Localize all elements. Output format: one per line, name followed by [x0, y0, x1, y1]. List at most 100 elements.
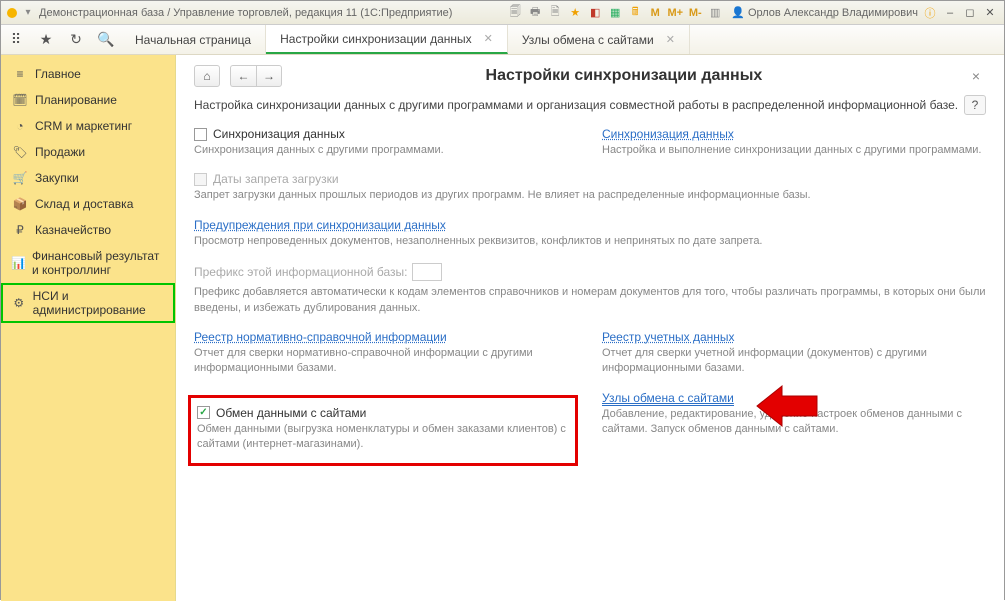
main-content: ⌂ ← → Настройки синхронизации данных × Н… — [176, 55, 1004, 601]
help-button[interactable]: ? — [964, 95, 986, 115]
page-close-button[interactable]: × — [966, 66, 986, 86]
registry-nsi-link[interactable]: Реестр нормативно-справочной информации — [194, 330, 447, 344]
topnav: ⠿ ★ ↻ 🔍 Начальная страница Настройки син… — [1, 25, 1004, 55]
favorite-icon[interactable]: ★ — [31, 25, 61, 54]
tag-icon: 🏷 — [11, 145, 29, 159]
tab-close-icon[interactable]: ✕ — [484, 32, 493, 45]
titlebar-right: 🗐 🖶 🗎 ★ ◧ ▦ 🖩 M M+ M- ▥ 👤 Орлов Александ… — [507, 5, 998, 21]
sidebar-item-crm[interactable]: ◔ CRM и маркетинг — [1, 113, 175, 139]
section-dates: Даты запрета загрузки Запрет загрузки да… — [194, 172, 986, 203]
dates-desc: Запрет загрузки данных прошлых периодов … — [194, 188, 986, 203]
info-icon[interactable]: ⓘ — [922, 5, 938, 21]
warnings-desc: Просмотр непроведенных документов, незап… — [194, 234, 986, 249]
app-dot-icon — [7, 8, 17, 18]
ruble-icon: ₽ — [11, 223, 29, 237]
sidebar-item-treasury[interactable]: ₽ Казначейство — [1, 217, 175, 243]
prefix-input[interactable] — [412, 263, 442, 281]
window-titlebar: ▾ Демонстрационная база / Управление тор… — [1, 1, 1004, 25]
dates-checkbox-row: Даты запрета загрузки — [194, 172, 986, 186]
toolbar-icon-1[interactable]: 🗐 — [507, 5, 523, 21]
pie-icon: ◔ — [11, 119, 29, 133]
annotation-arrow-icon — [752, 381, 822, 431]
toolbar-icon-6[interactable]: ▦ — [607, 5, 623, 21]
sync-link[interactable]: Синхронизация данных — [602, 127, 734, 141]
sync-checkbox-row[interactable]: Синхронизация данных — [194, 127, 578, 141]
toolbar-icon-2[interactable]: 🖶 — [527, 5, 543, 21]
calculator-icon[interactable]: 🖩 — [627, 5, 643, 21]
m-minus-button[interactable]: M- — [687, 5, 703, 21]
section-warnings: Предупреждения при синхронизации данных … — [194, 218, 986, 249]
sidebar-item-main[interactable]: ≡ Главное — [1, 61, 175, 87]
prefix-label: Префикс этой информационной базы: — [194, 265, 408, 279]
warnings-link[interactable]: Предупреждения при синхронизации данных — [194, 218, 446, 232]
intro-row: Настройка синхронизации данных с другими… — [194, 95, 986, 115]
checkbox-icon[interactable] — [197, 406, 210, 419]
sidebar-item-label: Главное — [35, 67, 81, 81]
section-prefix: Префикс этой информационной базы: Префик… — [194, 263, 986, 316]
cart-icon: 🛒 — [11, 171, 29, 185]
gear-icon: ⚙ — [11, 296, 27, 310]
chart-icon: 📊 — [11, 256, 26, 270]
search-icon[interactable]: 🔍 — [91, 25, 121, 54]
nav-group: ← → — [230, 65, 282, 87]
home-icon: ≡ — [11, 67, 29, 81]
toolbar-icon-5[interactable]: ◧ — [587, 5, 603, 21]
exchange-label: Обмен данными с сайтами — [216, 406, 366, 420]
sidebar-item-label: Закупки — [35, 171, 79, 185]
section-sync: Синхронизация данных Синхронизация данны… — [194, 127, 986, 158]
tab-close-icon[interactable]: ✕ — [666, 33, 675, 46]
toolbar-icon-3[interactable]: 🗎 — [547, 5, 563, 21]
m-plus-button[interactable]: M+ — [667, 5, 683, 21]
box-icon: 📦 — [11, 197, 29, 211]
close-button[interactable]: ✕ — [982, 6, 998, 20]
history-icon[interactable]: ↻ — [61, 25, 91, 54]
tabs: Начальная страница Настройки синхронизац… — [121, 25, 690, 54]
back-button[interactable]: ← — [230, 65, 256, 87]
dates-label: Даты запрета загрузки — [213, 172, 339, 186]
maximize-button[interactable]: ◻ — [962, 6, 978, 20]
intro-text: Настройка синхронизации данных с другими… — [194, 98, 958, 112]
sidebar-item-planning[interactable]: 🗓Планирование — [1, 87, 175, 113]
apps-icon[interactable]: ⠿ — [1, 25, 31, 54]
tab-label: Настройки синхронизации данных — [280, 32, 472, 46]
window-title: Демонстрационная база / Управление торго… — [39, 7, 507, 19]
sidebar-item-label: Продажи — [35, 145, 85, 159]
user-menu[interactable]: 👤 Орлов Александр Владимирович ⓘ — [731, 5, 938, 21]
sidebar-item-finance[interactable]: 📊 Финансовый результат и контроллинг — [1, 243, 175, 283]
nodes-link[interactable]: Узлы обмена с сайтами — [602, 391, 734, 406]
dropdown-icon[interactable]: ▾ — [21, 6, 35, 20]
sidebar-item-label: CRM и маркетинг — [35, 119, 132, 133]
page-title: Настройки синхронизации данных — [282, 67, 966, 85]
sidebar-item-sales[interactable]: 🏷 Продажи — [1, 139, 175, 165]
registry-acc-link[interactable]: Реестр учетных данных — [602, 330, 735, 344]
user-icon: 👤 — [731, 6, 745, 19]
sync-link-desc: Настройка и выполнение синхронизации дан… — [602, 143, 986, 158]
prefix-desc: Префикс добавляется автоматически к кода… — [194, 285, 986, 316]
m-button[interactable]: M — [647, 5, 663, 21]
tab-start-page[interactable]: Начальная страница — [121, 25, 266, 54]
tab-sync-settings[interactable]: Настройки синхронизации данных ✕ — [266, 25, 508, 54]
minimize-button[interactable]: – — [942, 6, 958, 20]
tab-exchange-nodes[interactable]: Узлы обмена с сайтами ✕ — [508, 25, 690, 54]
user-name: Орлов Александр Владимирович — [748, 7, 918, 19]
registry-nsi-desc: Отчет для сверки нормативно-справочной и… — [194, 346, 578, 377]
exchange-desc: Обмен данными (выгрузка номенклатуры и о… — [197, 422, 569, 453]
sidebar-item-label: Казначейство — [35, 223, 111, 237]
tab-label: Узлы обмена с сайтами — [522, 33, 654, 47]
calendar-icon: 🗓 — [11, 93, 29, 107]
exchange-checkbox-row[interactable]: Обмен данными с сайтами — [197, 406, 569, 420]
sidebar-item-nsi-admin[interactable]: ⚙НСИ и администрирование — [1, 283, 175, 323]
section-exchange: Обмен данными с сайтами Обмен данными (в… — [194, 391, 986, 466]
registry-acc-desc: Отчет для сверки учетной информации (док… — [602, 346, 986, 377]
body: ≡Главное 🗓Планирование ◔CRM и маркетинг … — [1, 55, 1004, 601]
panel-icon[interactable]: ▥ — [707, 5, 723, 21]
page-toolbar: ⌂ ← → Настройки синхронизации данных × — [194, 65, 986, 87]
sidebar-item-purchases[interactable]: 🛒 Закупки — [1, 165, 175, 191]
sidebar-item-label: Финансовый результат и контроллинг — [32, 249, 165, 277]
home-button[interactable]: ⌂ — [194, 65, 220, 87]
sidebar-item-warehouse[interactable]: 📦Склад и доставка — [1, 191, 175, 217]
forward-button[interactable]: → — [256, 65, 282, 87]
checkbox-icon[interactable] — [194, 128, 207, 141]
sync-checkbox-label: Синхронизация данных — [213, 127, 345, 141]
toolbar-icon-4[interactable]: ★ — [567, 5, 583, 21]
